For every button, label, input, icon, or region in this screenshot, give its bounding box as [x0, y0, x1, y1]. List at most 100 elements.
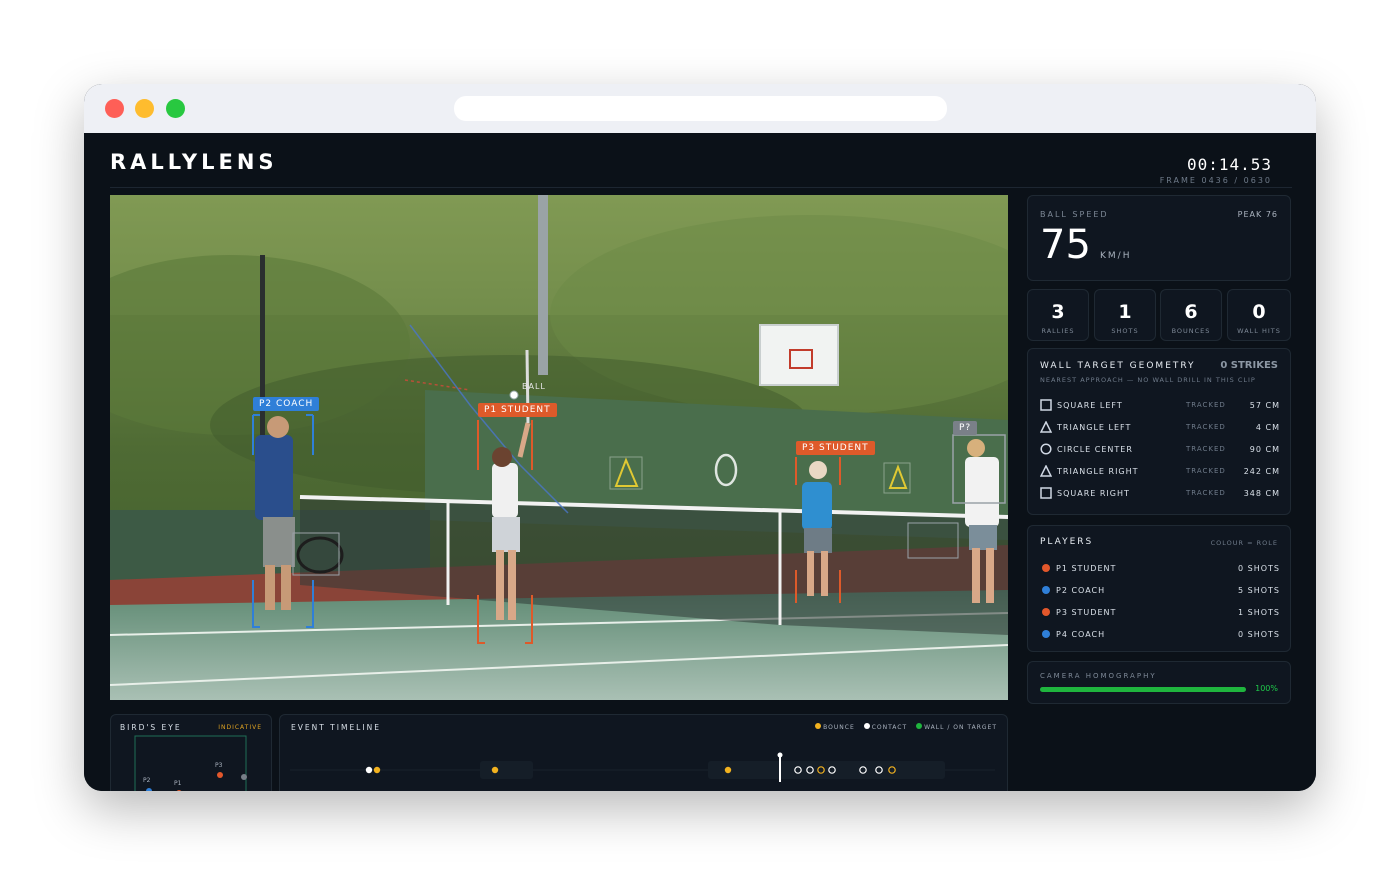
- stat-label: SHOTS: [1111, 327, 1139, 335]
- player-name: P1 STUDENT: [1056, 564, 1117, 573]
- stat-shots: 1 SHOTS: [1094, 289, 1156, 341]
- player-tag-p4[interactable]: P?: [953, 421, 978, 435]
- player-color-dot: [1042, 564, 1050, 572]
- stat-bounces: 6 BOUNCES: [1160, 289, 1222, 341]
- p3-marker: [217, 772, 223, 778]
- wall-row-triangle-left[interactable]: TRIANGLE LEFT TRACKED 4 CM: [1040, 421, 1280, 435]
- p4-marker: [241, 774, 247, 780]
- bounce-event: [491, 766, 499, 774]
- wall-row-square-left[interactable]: SQUARE LEFT TRACKED 57 CM: [1040, 399, 1280, 413]
- peak-speed: PEAK 76: [1237, 210, 1278, 219]
- event-timeline-panel[interactable]: EVENT TIMELINE BOUNCE CONTACT WALL / ON …: [279, 714, 1008, 791]
- birds-eye-p2-label: P2: [143, 777, 151, 784]
- wall-row-triangle-right[interactable]: TRIANGLE RIGHT TRACKED 242 CM: [1040, 465, 1280, 479]
- homography-label: CAMERA HOMOGRAPHY: [1040, 672, 1157, 680]
- wall-target-panel: WALL TARGET GEOMETRY 0 STRIKES NEAREST A…: [1027, 348, 1291, 515]
- stat-value: 3: [1051, 301, 1065, 323]
- bounce-event: [373, 766, 381, 774]
- player-tag-p2[interactable]: P2 COACH: [253, 397, 320, 411]
- rallylens-app: RALLYLENS 00:14.53 FRAME 0436 / 0630 P2 …: [84, 133, 1316, 791]
- players-panel: PLAYERS COLOUR = ROLE P1 STUDENT 0 SHOTS…: [1027, 525, 1291, 652]
- target-distance: 348 CM: [1243, 489, 1280, 498]
- video-viewport[interactable]: P2 COACH P1 STUDENT P3 STUDENT P? BALL: [110, 195, 1008, 700]
- player-color-dot: [1042, 608, 1050, 616]
- player-tag-p3[interactable]: P3 STUDENT: [796, 441, 875, 455]
- ball-speed-value: 75: [1040, 222, 1091, 268]
- birds-eye-p1-label: P1: [174, 780, 182, 787]
- wall-row-circle-center[interactable]: CIRCLE CENTER TRACKED 90 CM: [1040, 443, 1280, 457]
- target-distance: 90 CM: [1249, 445, 1280, 454]
- timeline-track[interactable]: [280, 715, 1009, 791]
- triangle-icon: [1040, 421, 1052, 433]
- target-distance: 242 CM: [1243, 467, 1280, 476]
- rally-segment: [708, 761, 945, 779]
- target-distance: 57 CM: [1249, 401, 1280, 410]
- player-row-p2[interactable]: P2 COACH 5 SHOTS: [1042, 585, 1280, 597]
- ball-speed-panel: BALL SPEED PEAK 76 75 KM/H: [1027, 195, 1291, 281]
- target-name: TRIANGLE LEFT: [1057, 423, 1132, 432]
- header-divider: [110, 187, 1292, 188]
- timecode: 00:14.53: [1186, 155, 1272, 174]
- player-shots: 5 SHOTS: [1238, 586, 1280, 595]
- birds-eye-p3-label: P3: [215, 762, 223, 769]
- stat-value: 1: [1118, 301, 1132, 323]
- stat-label: RALLIES: [1041, 327, 1075, 335]
- target-status: TRACKED: [1186, 445, 1226, 453]
- target-distance: 4 CM: [1255, 423, 1280, 432]
- p1-marker: [176, 790, 182, 791]
- circle-icon: [1040, 443, 1052, 455]
- birds-eye-panel: BIRD'S EYE INDICATIVE P2 P1 P3: [110, 714, 272, 791]
- contact-event: [365, 766, 373, 774]
- target-status: TRACKED: [1186, 423, 1226, 431]
- square-icon: [1040, 399, 1052, 411]
- target-status: TRACKED: [1186, 401, 1226, 409]
- homography-progress-fill: [1040, 687, 1246, 692]
- target-status: TRACKED: [1186, 467, 1226, 475]
- triangle-icon: [1040, 465, 1052, 477]
- camera-homography-panel: CAMERA HOMOGRAPHY 100%: [1027, 661, 1291, 704]
- player-name: P2 COACH: [1056, 586, 1106, 595]
- minimize-window-button[interactable]: [135, 99, 154, 118]
- stat-label: BOUNCES: [1171, 327, 1211, 335]
- player-color-dot: [1042, 630, 1050, 638]
- stat-value: 0: [1252, 301, 1266, 323]
- target-name: TRIANGLE RIGHT: [1057, 467, 1139, 476]
- stat-label: WALL HITS: [1237, 327, 1281, 335]
- homography-progress-bar: [1040, 687, 1246, 692]
- target-name: CIRCLE CENTER: [1057, 445, 1133, 454]
- player-tag-p1[interactable]: P1 STUDENT: [478, 403, 557, 417]
- stat-rallies: 3 RALLIES: [1027, 289, 1089, 341]
- players-title: PLAYERS: [1040, 537, 1094, 547]
- player-color-dot: [1042, 586, 1050, 594]
- rally-segment: [480, 761, 533, 779]
- app-logo: RALLYLENS: [110, 150, 278, 174]
- ball-speed-unit: KM/H: [1100, 251, 1132, 261]
- wall-target-subtitle: NEAREST APPROACH — NO WALL DRILL IN THIS…: [1040, 376, 1256, 384]
- ball-label: BALL: [522, 382, 546, 391]
- target-name: SQUARE RIGHT: [1057, 489, 1130, 498]
- close-window-button[interactable]: [105, 99, 124, 118]
- player-shots: 0 SHOTS: [1238, 630, 1280, 639]
- ball-speed-label: BALL SPEED: [1040, 210, 1109, 219]
- stat-wall-hits: 0 WALL HITS: [1227, 289, 1291, 341]
- player-row-p1[interactable]: P1 STUDENT 0 SHOTS: [1042, 563, 1280, 575]
- player-row-p4[interactable]: P4 COACH 0 SHOTS: [1042, 629, 1280, 641]
- square-icon: [1040, 487, 1052, 499]
- player-name: P3 STUDENT: [1056, 608, 1117, 617]
- strikes-badge: 0 STRIKES: [1220, 360, 1278, 371]
- stat-value: 6: [1184, 301, 1198, 323]
- player-name: P4 COACH: [1056, 630, 1106, 639]
- address-bar[interactable]: [454, 96, 947, 121]
- homography-percent: 100%: [1255, 684, 1278, 693]
- app-window: RALLYLENS 00:14.53 FRAME 0436 / 0630 P2 …: [84, 84, 1316, 791]
- bounce-event: [724, 766, 732, 774]
- player-row-p3[interactable]: P3 STUDENT 1 SHOTS: [1042, 607, 1280, 619]
- players-legend: COLOUR = ROLE: [1210, 539, 1278, 547]
- wall-row-square-right[interactable]: SQUARE RIGHT TRACKED 348 CM: [1040, 487, 1280, 501]
- birds-eye-map: [134, 735, 247, 791]
- p2-marker: [146, 788, 152, 791]
- target-name: SQUARE LEFT: [1057, 401, 1123, 410]
- target-status: TRACKED: [1186, 489, 1226, 497]
- player-shots: 1 SHOTS: [1238, 608, 1280, 617]
- maximize-window-button[interactable]: [166, 99, 185, 118]
